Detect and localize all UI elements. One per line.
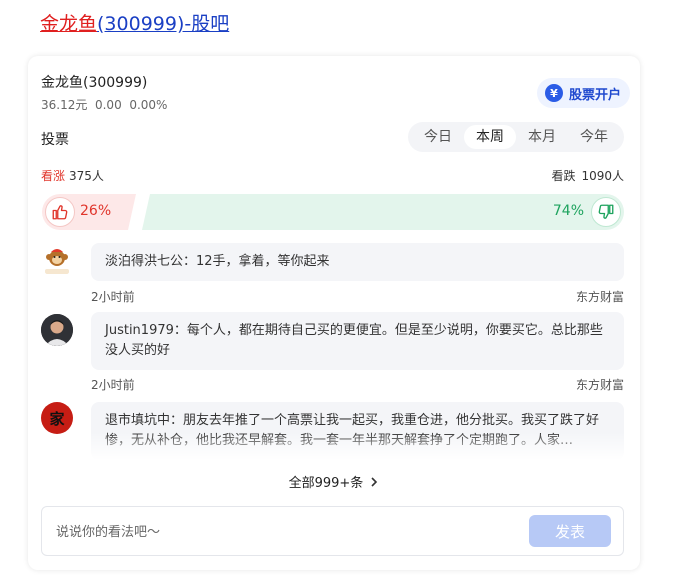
tab-year[interactable]: 今年 xyxy=(568,125,620,149)
bull-summary: 看涨 375人 xyxy=(41,167,104,184)
thumbs-down-icon[interactable] xyxy=(591,197,621,227)
comment-input[interactable] xyxy=(54,517,518,547)
bear-summary: 看跌 1090人 xyxy=(551,167,624,184)
comment-input-box: 发表 xyxy=(41,506,624,556)
bear-percent: 74% xyxy=(552,203,584,219)
comment-bubble-1[interactable]: 淡泊得洪七公：12手，拿着，等你起来 xyxy=(91,243,624,281)
vote-label: 投票 xyxy=(41,132,69,148)
tab-today[interactable]: 今日 xyxy=(412,125,464,149)
thumbs-up-icon[interactable] xyxy=(45,197,75,227)
yen-icon: ¥ xyxy=(544,84,563,102)
comment-source-2: 东方财富 xyxy=(575,378,624,392)
jia-avatar-icon[interactable]: 家 xyxy=(41,402,73,434)
comment-time-1: 2小时前 xyxy=(91,290,135,304)
jia-avatar-char: 家 xyxy=(49,409,65,428)
bear-ratio-segment xyxy=(142,194,624,230)
open-account-button[interactable]: ¥ 股票开户 xyxy=(536,78,630,108)
person-avatar-icon[interactable] xyxy=(41,314,73,346)
comment-source-1: 东方财富 xyxy=(575,290,624,304)
stock-quote: 36.12元 0.00 0.00% xyxy=(41,98,168,112)
comment-fade-overlay xyxy=(91,432,624,460)
vote-ratio-bar: 26% 74% xyxy=(42,194,624,230)
view-all-label: 全部999+条 xyxy=(288,476,364,491)
page-title: 金龙鱼(300999)-股吧 xyxy=(40,10,229,38)
tab-week[interactable]: 本周 xyxy=(464,125,516,149)
view-all-comments-link[interactable]: 全部999+条 xyxy=(28,472,640,492)
comment-time-2: 2小时前 xyxy=(91,378,135,392)
monkey-avatar-icon[interactable] xyxy=(41,246,73,278)
period-tabs: 今日 本周 本月 今年 xyxy=(408,122,624,152)
bull-count: 375人 xyxy=(69,169,104,183)
guba-link[interactable]: (300999)-股吧 xyxy=(97,13,229,35)
comment-bubble-2[interactable]: Justin1979：每个人，都在期待自己买的更便宜。但是至少说明，你要买它。总… xyxy=(91,312,624,370)
bull-percent: 26% xyxy=(80,203,112,219)
bull-word: 看涨 xyxy=(41,169,66,183)
chevron-right-icon xyxy=(369,476,379,492)
bear-count: 1090人 xyxy=(581,169,624,183)
stock-name-link[interactable]: 金龙鱼 xyxy=(40,13,97,35)
open-account-label: 股票开户 xyxy=(568,87,621,103)
bear-word: 看跌 xyxy=(551,169,576,183)
stock-vote-card: 金龙鱼(300999) 36.12元 0.00 0.00% ¥ 股票开户 投票 … xyxy=(28,56,640,570)
send-button[interactable]: 发表 xyxy=(529,515,611,547)
stock-name: 金龙鱼(300999) xyxy=(41,75,148,91)
tab-month[interactable]: 本月 xyxy=(516,125,568,149)
